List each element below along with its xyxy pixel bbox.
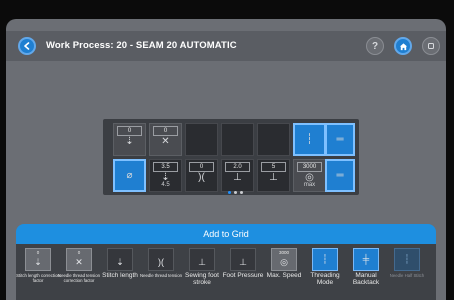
stitch-length-icon: ⇣ bbox=[116, 257, 124, 267]
stitch-length-correction-icon: ⇣ bbox=[125, 136, 134, 147]
arrow-left-icon bbox=[24, 42, 30, 50]
manual-backtack-icon: ═ bbox=[336, 170, 344, 181]
help-button[interactable]: ? bbox=[366, 37, 384, 55]
grid-cell-value: 0 bbox=[189, 162, 214, 172]
needle-change-icon: ═ bbox=[336, 134, 344, 145]
tool-icon-box: ┆ bbox=[312, 248, 338, 271]
grid-cell-value: 2.0 bbox=[225, 162, 250, 172]
grid-cell-empty[interactable] bbox=[185, 123, 218, 156]
tool-icon-box: )( bbox=[148, 248, 174, 271]
tool-thread-tension-correction[interactable]: 0 ✕ Needle thread tension correction fac… bbox=[58, 248, 100, 298]
foot-stroke-icon: ⊥ bbox=[233, 172, 242, 183]
tool-stitch-length[interactable]: ⇣ Stitch length bbox=[102, 248, 138, 298]
tool-icon-box: ⊥ bbox=[230, 248, 256, 271]
app-screen: Work Process: 20 - SEAM 20 AUTOMATIC ? 0… bbox=[6, 19, 446, 300]
threading-icon: ┆ bbox=[306, 134, 313, 145]
grid-cell-max-speed[interactable]: 3000 ◎ max bbox=[293, 159, 326, 192]
back-button[interactable] bbox=[18, 37, 36, 55]
tool-value: 0 bbox=[77, 250, 81, 255]
header-bar: Work Process: 20 - SEAM 20 AUTOMATIC ? bbox=[6, 31, 446, 61]
home-button[interactable] bbox=[394, 37, 412, 55]
thread-tension-icon: )( bbox=[158, 257, 164, 267]
foot-pressure-icon: ⊥ bbox=[269, 172, 278, 183]
tool-label: Manual Backtack bbox=[352, 272, 380, 286]
grid-cell-thread-tension[interactable]: 0 )( bbox=[185, 159, 218, 192]
tool-icon-box: ⇣ bbox=[107, 248, 133, 271]
tool-max-speed[interactable]: 3000 ◎ Max. Speed bbox=[267, 248, 301, 298]
tool-sewing-foot-stroke[interactable]: ⊥ Sewing foot stroke bbox=[185, 248, 219, 298]
tool-stitch-length-correction[interactable]: 0 ⇣ Stitch length correction factor bbox=[16, 248, 60, 298]
presser-foot-icon: ⌀ bbox=[126, 170, 133, 181]
tool-icon-box: 3000 ◎ bbox=[271, 248, 297, 271]
tool-manual-backtack[interactable]: ╪ Manual Backtack bbox=[350, 248, 382, 298]
grid-cell-needle-change[interactable]: ═ bbox=[325, 123, 355, 156]
threading-icon: ┆ bbox=[322, 254, 328, 264]
stitch-length-correction-icon: ⇣ bbox=[34, 257, 42, 267]
tool-value: 3000 bbox=[278, 250, 289, 255]
menu-icon bbox=[428, 43, 434, 49]
tool-label: Threading Mode bbox=[310, 272, 340, 286]
grid-cell-empty[interactable] bbox=[221, 123, 254, 156]
speed-icon: ◎ bbox=[280, 257, 288, 267]
tool-needle-thread-tension[interactable]: )( Needle thread tension bbox=[140, 248, 182, 298]
function-grid: 0 ⇣ 0 ✕ ┆ ═ ⌀ 3.5 ⇣ 4.5 0 )( 2.0 ⊥ 5 ⊥ 3… bbox=[103, 119, 359, 195]
tool-icon-box: 0 ✕ bbox=[66, 248, 92, 271]
grid-cell-value: 3000 bbox=[297, 162, 322, 172]
grid-cell-foot-stroke[interactable]: 2.0 ⊥ bbox=[221, 159, 254, 192]
function-palette: 0 ⇣ Stitch length correction factor 0 ✕ … bbox=[16, 244, 436, 300]
tool-needle-half-stitch[interactable]: ┆ Needle Half Stitch bbox=[390, 248, 424, 298]
grid-cell-value: 3.5 bbox=[153, 162, 178, 172]
tool-label: Stitch length correction factor bbox=[16, 273, 60, 283]
grid-cell-thread-tension-correction[interactable]: 0 ✕ bbox=[149, 123, 182, 156]
tool-label: Needle thread tension correction factor bbox=[57, 273, 101, 283]
grid-cell-threading[interactable]: ┆ bbox=[293, 123, 326, 156]
tool-label: Foot Pressure bbox=[222, 272, 264, 279]
grid-cell-value: 5 bbox=[261, 162, 286, 172]
page-title: Work Process: 20 - SEAM 20 AUTOMATIC bbox=[46, 40, 237, 51]
tool-icon-box: ┆ bbox=[394, 248, 420, 271]
grid-cell-stitch-length-correction[interactable]: 0 ⇣ bbox=[113, 123, 146, 156]
grid-cell-stitch-length[interactable]: 3.5 ⇣ 4.5 bbox=[149, 159, 182, 192]
manual-backtack-icon: ╪ bbox=[362, 254, 370, 264]
tool-icon-box: ╪ bbox=[353, 248, 379, 271]
grid-cell-presser-foot[interactable]: ⌀ bbox=[113, 159, 146, 192]
page-dot[interactable] bbox=[240, 191, 243, 194]
menu-button[interactable] bbox=[422, 37, 440, 55]
tool-icon-box: ⊥ bbox=[189, 248, 215, 271]
page-dot[interactable] bbox=[234, 191, 237, 194]
tool-foot-pressure[interactable]: ⊥ Foot Pressure bbox=[223, 248, 263, 298]
grid-cell-value: 0 bbox=[153, 126, 178, 136]
help-icon: ? bbox=[371, 40, 379, 52]
tool-label: Needle Half Stitch bbox=[389, 273, 425, 278]
grid-cell-empty[interactable] bbox=[257, 123, 290, 156]
tool-label: Max. Speed bbox=[266, 272, 302, 279]
page-indicator bbox=[228, 191, 243, 194]
page-dot-active[interactable] bbox=[228, 191, 231, 194]
home-icon bbox=[399, 42, 407, 50]
tool-label: Stitch length bbox=[102, 272, 138, 279]
grid-cell-value-secondary: max bbox=[303, 182, 316, 188]
tool-label: Needle thread tension bbox=[139, 273, 183, 278]
foot-stroke-icon: ⊥ bbox=[198, 257, 206, 267]
tool-value: 0 bbox=[36, 250, 40, 255]
needle-thread-tension-correction-icon: ✕ bbox=[161, 136, 170, 147]
foot-pressure-icon: ⊥ bbox=[239, 257, 247, 267]
grid-cell-foot-pressure[interactable]: 5 ⊥ bbox=[257, 159, 290, 192]
needle-thread-tension-correction-icon: ✕ bbox=[75, 257, 83, 267]
tool-label: Sewing foot stroke bbox=[185, 272, 219, 286]
tool-icon-box: 0 ⇣ bbox=[25, 248, 51, 271]
grid-cell-value-secondary: 4.5 bbox=[161, 182, 170, 188]
thread-tension-icon: )( bbox=[198, 172, 205, 183]
needle-half-stitch-icon: ┆ bbox=[404, 254, 410, 264]
add-to-grid-button[interactable]: Add to Grid bbox=[16, 224, 436, 244]
grid-cell-value: 0 bbox=[117, 126, 142, 136]
tool-threading-mode[interactable]: ┆ Threading Mode bbox=[309, 248, 341, 298]
grid-cell-manual-backtack[interactable]: ═ bbox=[325, 159, 355, 192]
